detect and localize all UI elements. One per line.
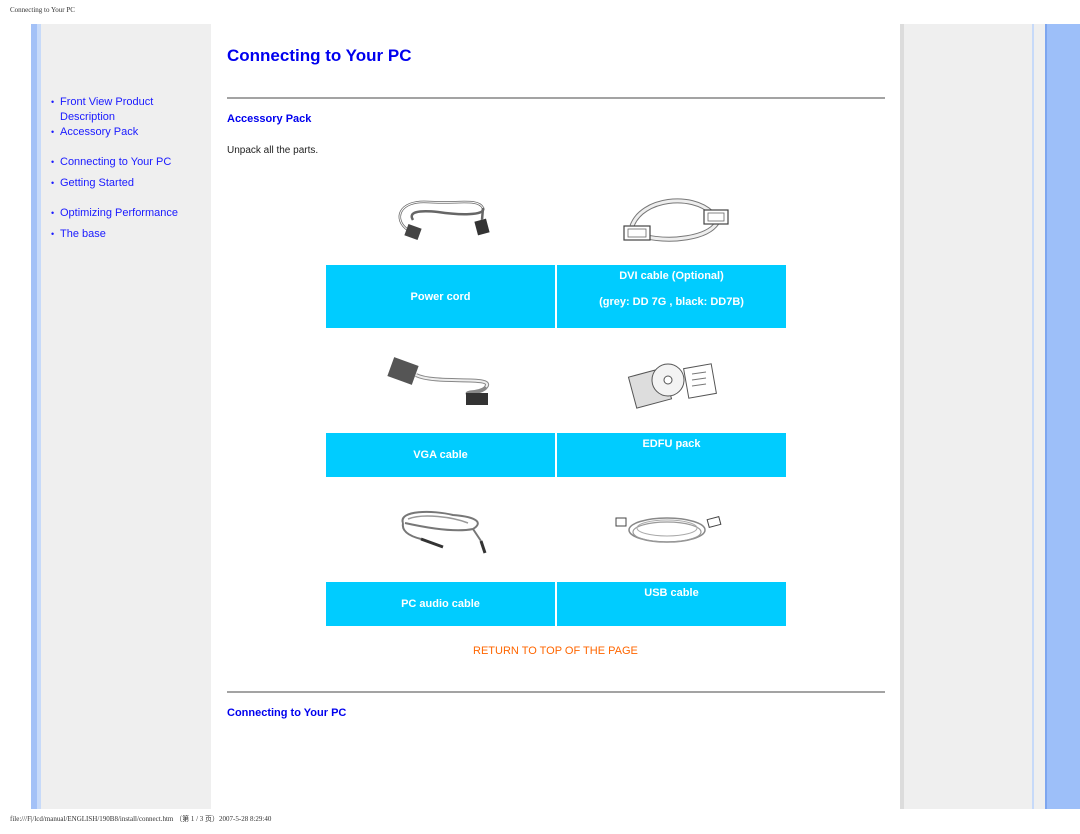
edfu-pack-image <box>626 358 721 410</box>
section-heading-accessory-pack: Accessory Pack <box>227 113 312 125</box>
return-to-top-link[interactable]: RETURN TO TOP OF THE PAGE <box>473 645 638 657</box>
label-row-1: Power cord DVI cable (Optional) (grey: D… <box>326 265 786 328</box>
sidebar-item-the-base[interactable]: The base <box>51 227 211 242</box>
divider <box>227 97 885 99</box>
sidebar-item-front-view[interactable]: Front View Product Description <box>51 95 211 125</box>
sidebar-link[interactable]: Getting Started <box>60 177 134 189</box>
label-row-3: PC audio cable USB cable <box>326 582 786 626</box>
label-usb-cable: USB cable <box>557 582 786 626</box>
right-panel-shadow <box>900 24 904 809</box>
sidebar-link[interactable]: Front View Product Description <box>60 96 153 123</box>
sidebar-nav: Front View Product Description Accessory… <box>51 95 211 242</box>
sidebar-item-getting-started[interactable]: Getting Started <box>51 176 211 191</box>
sidebar-item-accessory-pack[interactable]: Accessory Pack <box>51 125 211 140</box>
power-cord-image <box>388 190 498 245</box>
intro-text: Unpack all the parts. <box>227 145 319 156</box>
label-vga-cable: VGA cable <box>326 433 555 477</box>
label-dvi-cable-title: DVI cable (Optional) <box>619 270 724 282</box>
section-heading-connecting: Connecting to Your PC <box>227 707 347 719</box>
right-decorative-panel <box>900 24 1032 809</box>
sidebar-item-optimizing[interactable]: Optimizing Performance <box>51 206 211 221</box>
sidebar-link[interactable]: Connecting to Your PC <box>60 156 171 168</box>
divider <box>227 691 885 693</box>
sidebar-link[interactable]: Optimizing Performance <box>60 207 178 219</box>
sidebar-link[interactable]: The base <box>60 228 106 240</box>
label-dvi-cable-models: (grey: DD 7G , black: DD7B) <box>599 296 744 308</box>
footer-file-path: file:///F|/lcd/manual/ENGLISH/190B8/inst… <box>10 815 272 823</box>
label-dvi-cable: DVI cable (Optional) (grey: DD 7G , blac… <box>557 265 786 328</box>
sidebar-item-connecting[interactable]: Connecting to Your PC <box>51 155 211 170</box>
audio-cable-image <box>393 505 493 555</box>
label-edfu-pack: EDFU pack <box>557 433 786 477</box>
dvi-cable-image <box>612 188 732 250</box>
right-blue-stripe <box>1047 24 1080 809</box>
vga-cable-image <box>386 355 501 410</box>
page-title: Connecting to Your PC <box>227 46 412 65</box>
usb-cable-image <box>612 510 727 550</box>
label-audio-cable: PC audio cable <box>326 582 555 626</box>
right-gap <box>1034 24 1045 809</box>
label-power-cord: Power cord <box>326 265 555 328</box>
sidebar-link[interactable]: Accessory Pack <box>60 126 138 138</box>
label-row-2: VGA cable EDFU pack <box>326 433 786 477</box>
page-header-title: Connecting to Your PC <box>10 6 75 14</box>
